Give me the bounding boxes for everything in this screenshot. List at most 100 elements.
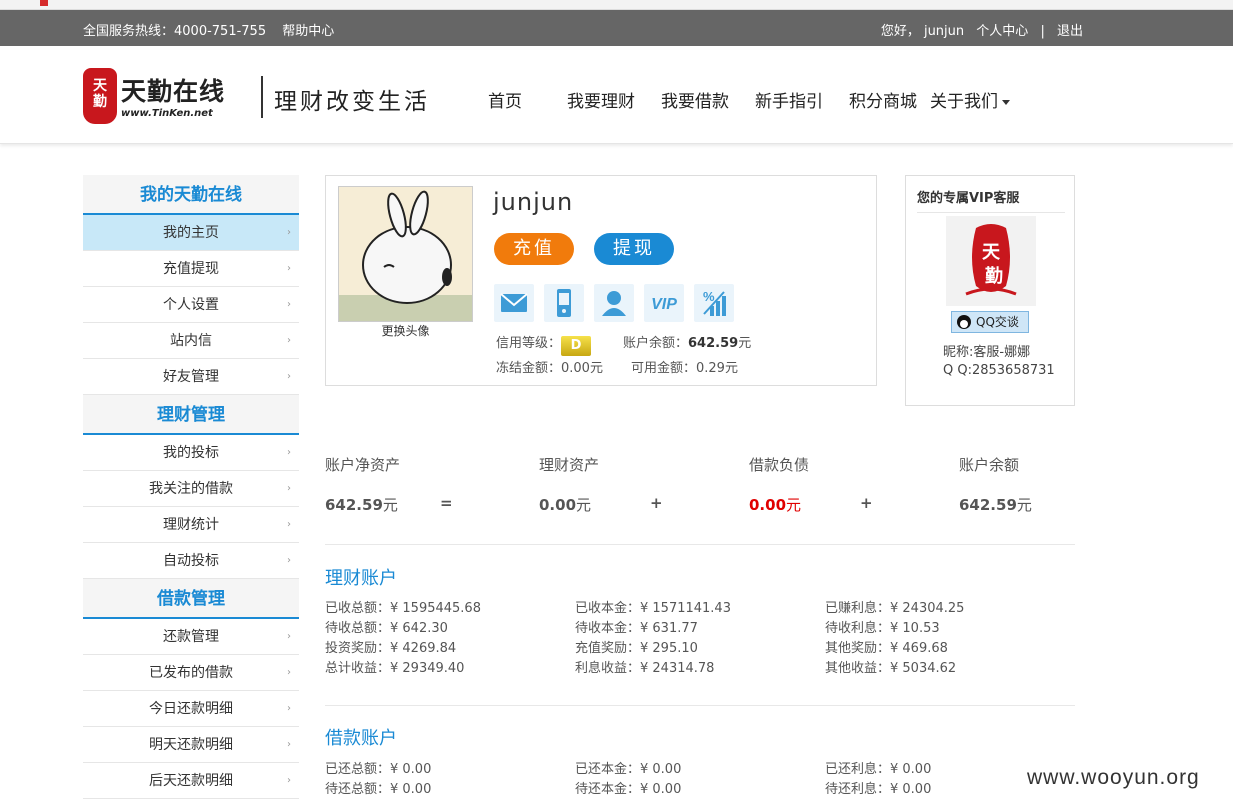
account-stat: 利息收益：¥ 24314.78: [575, 661, 715, 676]
rabbit-avatar-image: [339, 187, 472, 321]
sidebar-item-label: 今日还款明细: [149, 701, 233, 717]
sidebar-section-title: 借款管理: [83, 579, 299, 619]
account-stat: 已收本金：¥ 1571141.43: [575, 601, 731, 616]
invest-assets-number: 0.00: [539, 496, 577, 514]
plus-sign: +: [650, 494, 663, 512]
divider: [325, 544, 1075, 545]
sidebar-item-label: 已发布的借款: [149, 665, 233, 681]
logo-name: 天勤在线: [121, 77, 226, 106]
account-stat: 已收总额：¥ 1595445.68: [325, 601, 481, 616]
credit-grade: 信用等级： D: [496, 332, 592, 356]
sidebar-item[interactable]: 我关注的借款 ›: [83, 471, 299, 507]
nav-home[interactable]: 首页: [488, 87, 522, 112]
nav-borrow[interactable]: 我要借款: [661, 87, 729, 112]
watermark: www.wooyun.org: [1027, 766, 1200, 789]
sidebar-item[interactable]: 个人设置 ›: [83, 287, 299, 323]
chevron-right-icon: ›: [287, 335, 291, 346]
nav-guide[interactable]: 新手指引: [755, 87, 823, 112]
service-nickname: 昵称:客服-娜娜: [943, 345, 1031, 360]
sidebar-item[interactable]: 站内信 ›: [83, 323, 299, 359]
chevron-right-icon: ›: [287, 703, 291, 714]
sidebar-item[interactable]: 后天还款明细 ›: [83, 763, 299, 799]
chevron-right-icon: ›: [287, 519, 291, 530]
withdraw-button[interactable]: 提现: [594, 233, 674, 265]
greeting-text: 您好， junjun: [880, 24, 965, 39]
sidebar-section-title: 理财管理: [83, 395, 299, 435]
top-bar: 全国服务热线：4000-751-755 帮助中心 您好， junjun 个人中心…: [0, 10, 1233, 46]
nav-about[interactable]: 关于我们: [930, 87, 1010, 112]
svg-text:%: %: [703, 289, 715, 304]
username: junjun: [493, 188, 574, 216]
service-qq: Q Q:2853658731: [943, 363, 1055, 378]
sidebar-item[interactable]: 已发布的借款 ›: [83, 655, 299, 691]
sidebar-item-label: 充值提现: [163, 261, 219, 277]
vip-service-card: 您的专属VIP客服 天 勤 QQ交谈 昵称:客服-娜娜 Q Q:28536587…: [905, 175, 1075, 406]
avatar[interactable]: [338, 186, 473, 322]
user-icon[interactable]: [594, 284, 634, 322]
vip-title: 您的专属VIP客服: [917, 187, 1065, 213]
available-amount: 可用金额：0.29元: [631, 361, 738, 376]
chevron-right-icon: ›: [287, 227, 291, 238]
sidebar-item[interactable]: 明天还款明细 ›: [83, 727, 299, 763]
nav-invest[interactable]: 我要理财: [567, 87, 635, 112]
recharge-button[interactable]: 充值: [494, 233, 574, 265]
chevron-right-icon: ›: [287, 263, 291, 274]
account-stat: 已还利息：¥ 0.00: [825, 762, 932, 777]
site-header: 天勤 天勤在线 www.TinKen.net 理财改变生活 首页 我要理财 我要…: [0, 46, 1233, 144]
topbar-separator: |: [1040, 24, 1045, 39]
sidebar-item-label: 后天还款明细: [149, 773, 233, 789]
account-balance-value: 642.59元: [959, 494, 1032, 515]
vip-icon[interactable]: VIP: [644, 284, 684, 322]
chevron-right-icon: ›: [287, 371, 291, 382]
frozen-amount: 冻结金额：0.00元: [496, 361, 603, 376]
percent-chart-icon[interactable]: %: [694, 284, 734, 322]
logout-link[interactable]: 退出: [1057, 24, 1083, 39]
change-avatar-link[interactable]: 更换头像: [338, 322, 473, 339]
account-balance-unit: 元: [1016, 496, 1032, 514]
help-center-link[interactable]: 帮助中心: [282, 24, 334, 39]
sidebar-item[interactable]: 今日还款明细 ›: [83, 691, 299, 727]
sidebar-item-label: 还款管理: [163, 629, 219, 645]
chevron-right-icon: ›: [287, 483, 291, 494]
sidebar-item-label: 明天还款明细: [149, 737, 233, 753]
sidebar-item[interactable]: 好友管理 ›: [83, 359, 299, 395]
sidebar-item[interactable]: 我的主页 ›: [83, 215, 299, 251]
account-stat: 总计收益：¥ 29349.40: [325, 661, 465, 676]
phone-icon[interactable]: [544, 284, 584, 322]
net-assets-value: 642.59元: [325, 494, 398, 515]
account-stat: 已还本金：¥ 0.00: [575, 762, 682, 777]
seal-char-2: 勤: [985, 265, 1003, 287]
account-stat: 充值奖励：¥ 295.10: [575, 641, 698, 656]
account-stat: 其他收益：¥ 5034.62: [825, 661, 957, 676]
qq-chat-label: QQ交谈: [976, 315, 1019, 329]
sidebar-item[interactable]: 我的投标 ›: [83, 435, 299, 471]
account-stat: 待还总额：¥ 0.00: [325, 782, 432, 797]
sidebar-item[interactable]: 自动投标 ›: [83, 543, 299, 579]
nav-mall[interactable]: 积分商城: [849, 87, 917, 112]
invest-assets-unit: 元: [576, 496, 592, 514]
logo-url: www.TinKen.net: [121, 108, 213, 119]
sidebar-item[interactable]: 理财统计 ›: [83, 507, 299, 543]
qq-penguin-icon: [957, 315, 971, 329]
loan-liability-number: 0.00: [749, 496, 787, 514]
account-balance-label: 账户余额: [959, 456, 1020, 474]
chevron-right-icon: ›: [287, 299, 291, 310]
sidebar-item[interactable]: 还款管理 ›: [83, 619, 299, 655]
qq-chat-button[interactable]: QQ交谈: [951, 311, 1029, 333]
invest-assets-label: 理财资产: [539, 456, 600, 474]
net-assets-number: 642.59: [325, 496, 383, 514]
account-stat: 待收总额：¥ 642.30: [325, 621, 448, 636]
account-stat: 其他奖励：¥ 469.68: [825, 641, 948, 656]
user-center-link[interactable]: 个人中心: [976, 24, 1028, 39]
sidebar: 我的天勤在线 我的主页 › 充值提现 › 个人设置 › 站内信 › 好友管理 › 理财管理 我的投标 › 我…: [83, 175, 299, 799]
sidebar-section-title: 我的天勤在线: [83, 175, 299, 215]
sidebar-item[interactable]: 充值提现 ›: [83, 251, 299, 287]
account-balance-number: 642.59: [959, 496, 1017, 514]
mail-icon[interactable]: [494, 284, 534, 322]
chevron-down-icon: [1002, 99, 1010, 105]
site-logo[interactable]: 天勤 天勤在线 www.TinKen.net: [83, 68, 258, 126]
loan-liability-value: 0.00元: [749, 494, 801, 515]
chevron-right-icon: ›: [287, 555, 291, 566]
invest-assets-value: 0.00元: [539, 494, 591, 515]
account-stat: 已赚利息：¥ 24304.25: [825, 601, 965, 616]
